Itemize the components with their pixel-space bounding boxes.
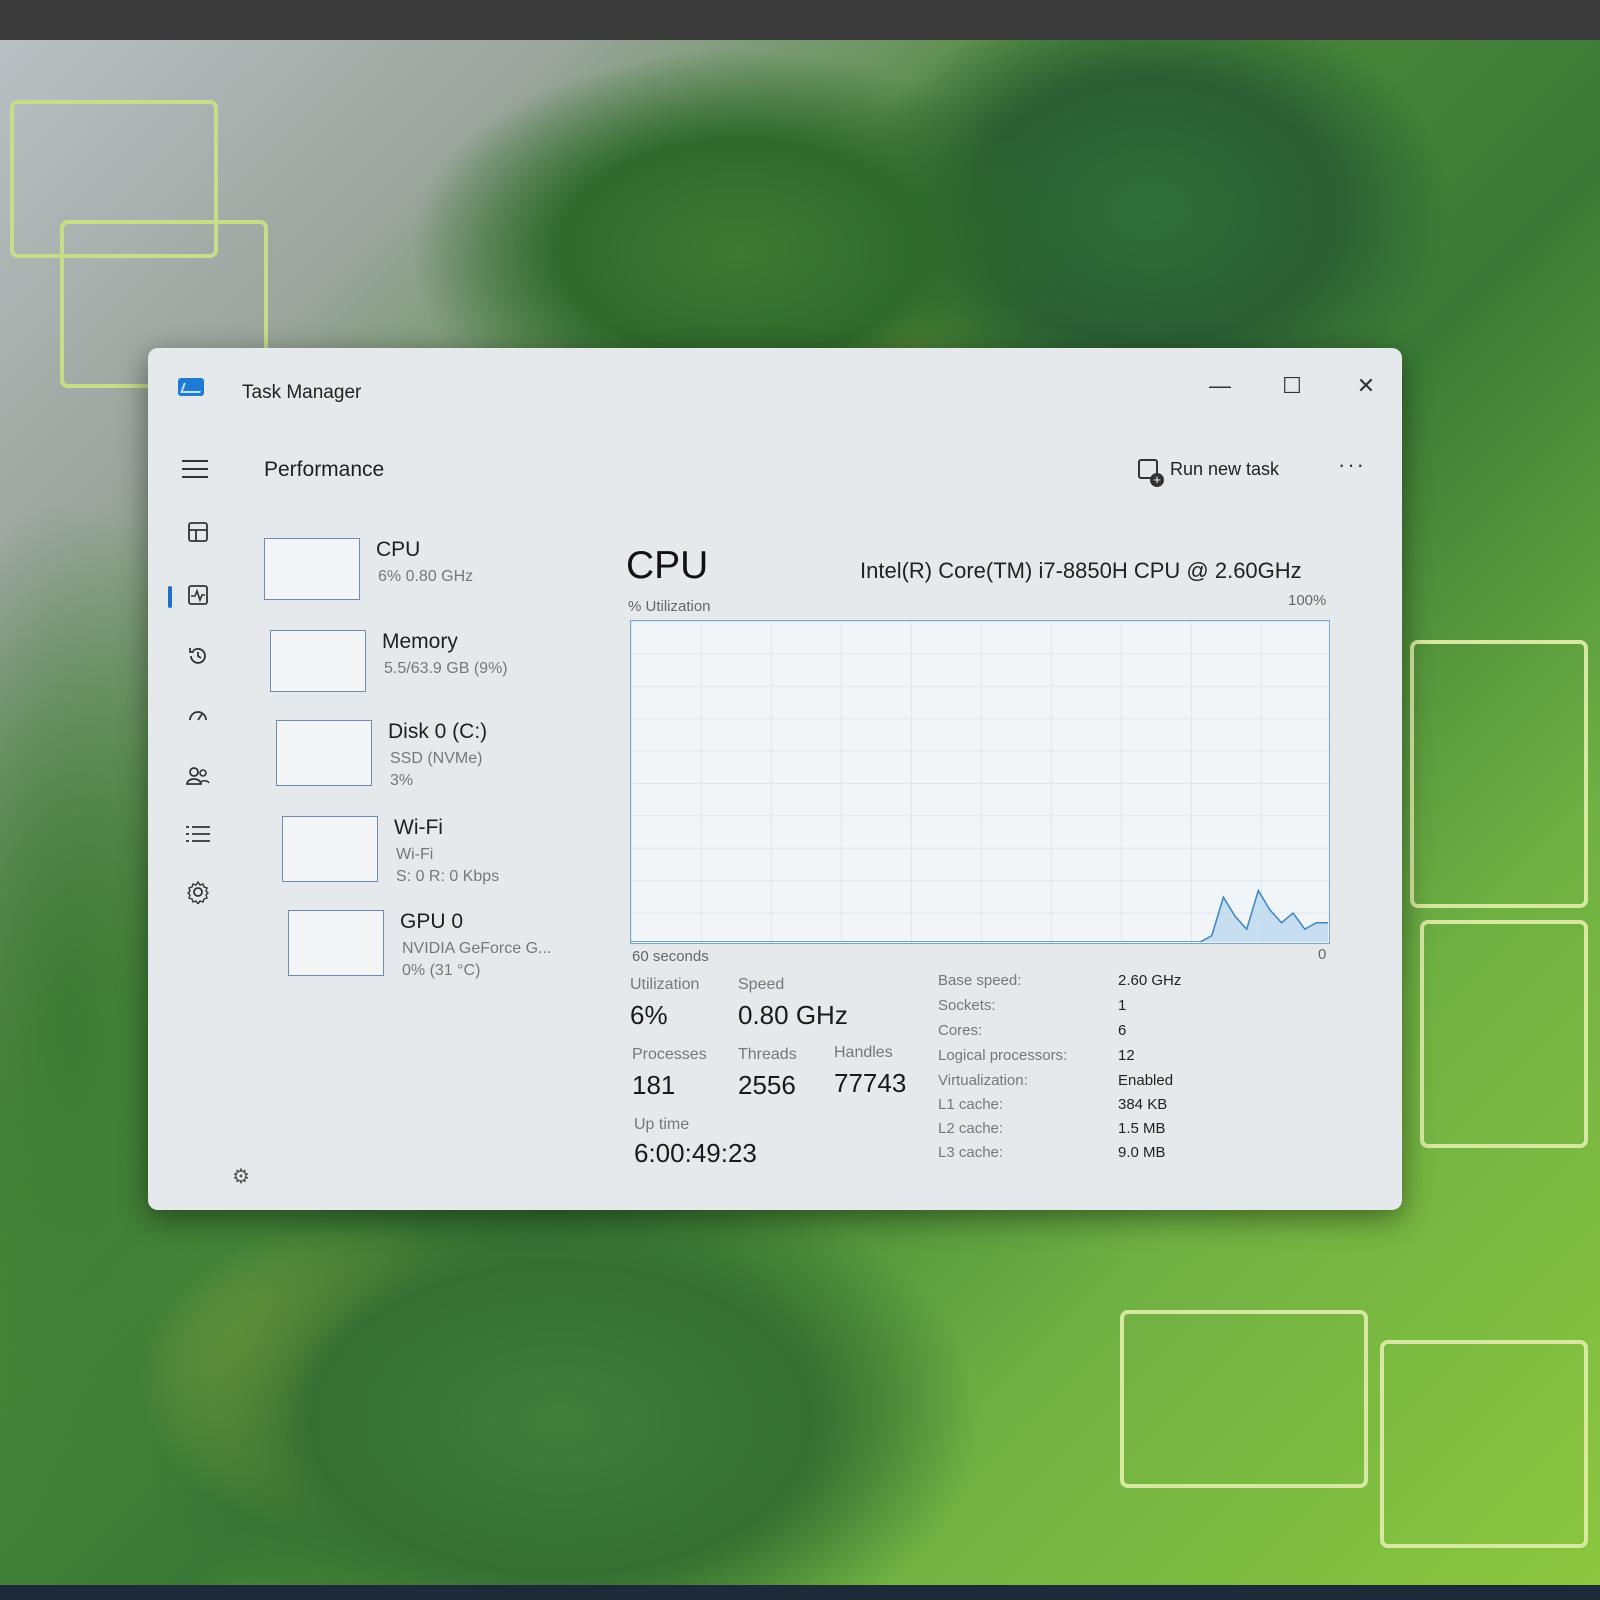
resource-item-wifi[interactable]: Wi-Fi Wi-Fi S: 0 R: 0 Kbps [282, 816, 612, 894]
maximize-button[interactable]: ☐ [1272, 366, 1312, 406]
processes-icon[interactable] [184, 518, 212, 546]
spec-value: 1 [1118, 997, 1127, 1014]
more-options-button[interactable]: ··· [1338, 452, 1366, 478]
spec-value: 6 [1118, 1022, 1127, 1039]
spec-value: 9.0 MB [1118, 1144, 1166, 1161]
spec-key: Sockets: [938, 997, 996, 1014]
processes-value: 181 [632, 1070, 676, 1100]
resource-detail: 5.5/63.9 GB (9%) [384, 660, 508, 677]
spec-value: Enabled [1118, 1072, 1174, 1089]
resource-name: Memory [382, 630, 458, 653]
wallpaper-field [1120, 1310, 1368, 1488]
resource-name: GPU 0 [400, 910, 464, 933]
processes-label: Processes [632, 1046, 707, 1063]
gpu-thumbnail-graph [288, 910, 384, 976]
hamburger-menu-icon[interactable] [182, 460, 208, 478]
wallpaper-field [1420, 920, 1588, 1148]
resource-name: Disk 0 (C:) [388, 720, 488, 743]
page-title: Performance [264, 458, 385, 481]
run-task-icon [1138, 459, 1164, 487]
speed-label: Speed [738, 976, 785, 993]
wallpaper-field [1380, 1340, 1588, 1548]
resource-name: Wi-Fi [394, 816, 443, 839]
resource-detail: SSD (NVMe) [390, 750, 483, 767]
graph-y-max-label: 100% [1288, 592, 1327, 609]
handles-label: Handles [834, 1044, 893, 1061]
uptime-value: 6:00:49:23 [634, 1138, 757, 1168]
speed-value: 0.80 GHz [738, 1000, 848, 1030]
resource-item-cpu[interactable]: CPU 6% 0.80 GHz [264, 538, 594, 616]
uptime-label: Up time [634, 1116, 690, 1133]
details-icon[interactable] [184, 820, 212, 848]
spec-value: 384 KB [1118, 1096, 1168, 1113]
settings-icon[interactable]: ⚙ [232, 1164, 250, 1189]
resource-detail: S: 0 R: 0 Kbps [396, 868, 500, 885]
graph-y-label: % Utilization [628, 598, 711, 615]
resource-item-disk[interactable]: Disk 0 (C:) SSD (NVMe) 3% [276, 720, 606, 798]
cpu-thumbnail-graph [264, 538, 360, 600]
title-bar[interactable]: Task Manager — ☐ ✕ [148, 348, 1402, 418]
disk-thumbnail-graph [276, 720, 372, 786]
resource-detail: Wi-Fi [396, 846, 434, 863]
spec-value: 1.5 MB [1118, 1120, 1166, 1137]
resource-item-memory[interactable]: Memory 5.5/63.9 GB (9%) [270, 630, 600, 708]
startup-apps-icon[interactable] [184, 702, 212, 730]
utilization-value: 6% [630, 1000, 668, 1030]
handles-value: 77743 [834, 1068, 907, 1098]
spec-key: Base speed: [938, 972, 1022, 989]
services-icon[interactable] [184, 878, 212, 906]
graph-x-label: 60 seconds [632, 948, 709, 965]
close-button[interactable]: ✕ [1346, 366, 1386, 406]
task-manager-app-icon [178, 378, 204, 396]
resource-detail: 3% [390, 772, 414, 789]
resource-detail: 6% 0.80 GHz [378, 568, 474, 585]
resource-detail: 0% (31 °C) [402, 962, 481, 979]
resource-detail: NVIDIA GeForce G... [402, 940, 552, 957]
users-icon[interactable] [184, 762, 212, 790]
graph-y-min-label: 0 [1318, 946, 1327, 963]
threads-label: Threads [738, 1046, 797, 1063]
monitor-bezel [0, 0, 1600, 40]
spec-value: 2.60 GHz [1118, 972, 1182, 989]
resource-name: CPU [376, 538, 421, 561]
run-new-task-label: Run new task [1170, 458, 1280, 479]
nav-active-indicator [168, 586, 172, 608]
resource-item-gpu[interactable]: GPU 0 NVIDIA GeForce G... 0% (31 °C) [288, 910, 618, 988]
minimize-button[interactable]: — [1200, 366, 1240, 406]
memory-thumbnail-graph [270, 630, 366, 692]
task-manager-window: Task Manager — ☐ ✕ Performance Run new t… [148, 348, 1402, 1210]
wallpaper-field [1410, 640, 1588, 908]
spec-key: L1 cache: [938, 1096, 1004, 1113]
cpu-utilization-graph [630, 620, 1330, 944]
utilization-label: Utilization [630, 976, 700, 993]
spec-key: Logical processors: [938, 1047, 1068, 1064]
window-title: Task Manager [242, 382, 362, 403]
spec-value: 12 [1118, 1047, 1135, 1064]
performance-icon[interactable] [184, 581, 212, 609]
taskbar [0, 1585, 1600, 1600]
wifi-thumbnail-graph [282, 816, 378, 882]
app-history-icon[interactable] [184, 642, 212, 670]
threads-value: 2556 [738, 1070, 796, 1100]
spec-key: L3 cache: [938, 1144, 1004, 1161]
spec-key: Virtualization: [938, 1072, 1028, 1089]
cpu-model-name: Intel(R) Core(TM) i7-8850H CPU @ 2.60GHz [860, 558, 1302, 583]
spec-key: Cores: [938, 1022, 983, 1039]
cpu-utilization-svg [631, 888, 1328, 942]
run-new-task-button[interactable]: Run new task [1138, 452, 1280, 487]
spec-key: L2 cache: [938, 1120, 1004, 1137]
main-title: CPU [626, 544, 709, 587]
